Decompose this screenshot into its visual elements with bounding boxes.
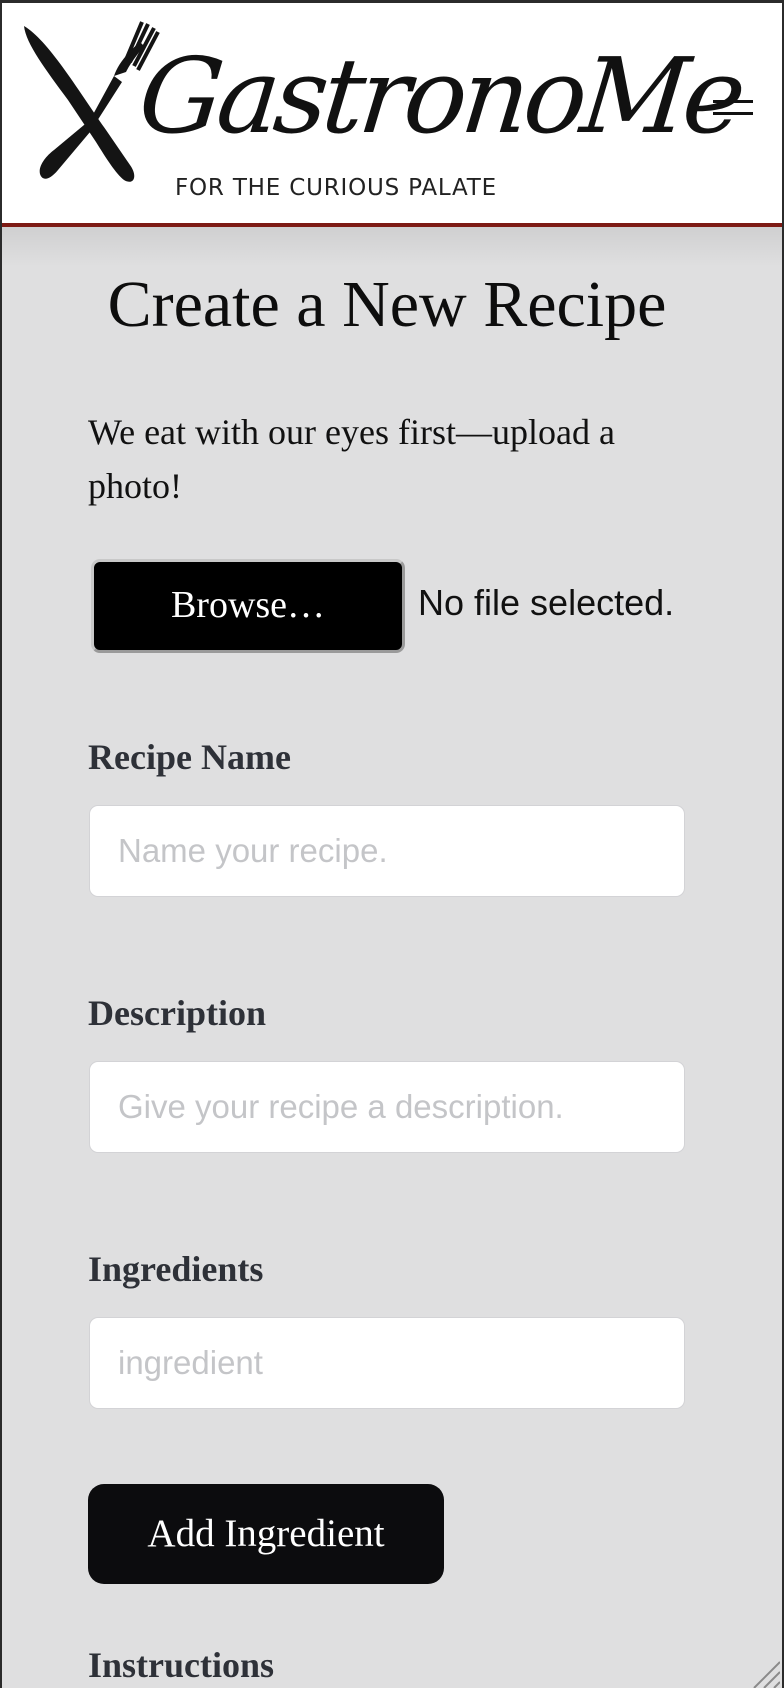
page-title: Create a New Recipe — [107, 268, 667, 341]
file-selection-status: No file selected. — [418, 582, 675, 623]
recipe-name-label: Recipe Name — [88, 737, 291, 777]
description-input[interactable] — [89, 1061, 685, 1153]
hamburger-menu-icon[interactable] — [703, 92, 767, 132]
ingredients-label: Ingredients — [88, 1249, 264, 1289]
site-header: GastronoMe FOR THE CURIOUS PALATE — [0, 0, 784, 227]
brand-name: GastronoMe — [133, 35, 747, 157]
description-label: Description — [88, 993, 266, 1033]
recipe-name-input[interactable] — [89, 805, 685, 897]
instructions-label: Instructions — [88, 1645, 275, 1685]
ingredient-input[interactable] — [89, 1317, 685, 1409]
brand-tagline: FOR THE CURIOUS PALATE — [175, 175, 497, 201]
menu-line — [713, 100, 753, 103]
resize-grip-icon[interactable] — [750, 1658, 780, 1688]
photo-upload-prompt: We eat with our eyes first—upload a phot… — [88, 412, 615, 506]
add-ingredient-button[interactable]: Add Ingredient — [88, 1484, 444, 1584]
menu-line — [713, 112, 753, 115]
browse-file-button[interactable]: Browse… — [91, 559, 405, 653]
header-shadow — [0, 227, 784, 267]
